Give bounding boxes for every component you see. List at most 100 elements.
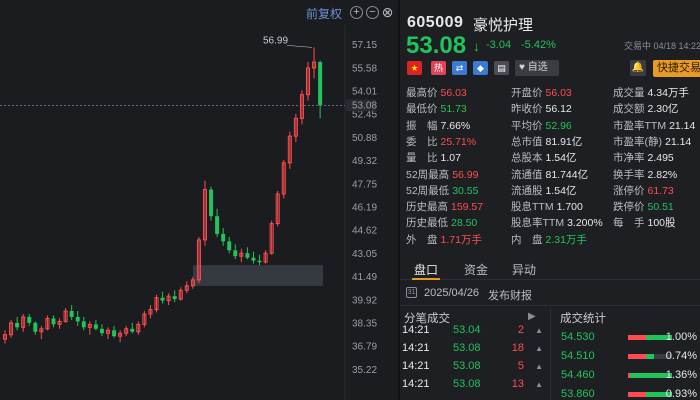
y-axis-label: 44.62 [352, 226, 377, 237]
stat-item: 流通值 81.744亿 [511, 168, 588, 182]
candle-body [75, 316, 80, 322]
candle-body [221, 233, 226, 242]
stock-code: 605009 [407, 14, 464, 31]
stat-label: 总市值 [511, 135, 543, 148]
stat-label: 涨停价 [613, 184, 645, 197]
candle-body [160, 297, 165, 301]
stat-value: 56.03 [545, 87, 572, 99]
note-icon[interactable]: ▤ [494, 61, 509, 75]
active-tab-indicator [412, 278, 440, 280]
price-change: -3.04 [486, 39, 512, 51]
stat-value: 2.82% [647, 168, 678, 181]
y-axis-label: 55.58 [352, 63, 377, 74]
buy-volume-fill [628, 392, 646, 397]
y-axis-label: 46.19 [352, 202, 377, 213]
stat-item: 总市值 81.91亿 [511, 135, 582, 149]
tab-order-book[interactable]: 盘口 [414, 261, 438, 278]
stat-item: 52周最低 30.55 [406, 184, 478, 198]
distribution-row: 54.510 0.74% [550, 347, 700, 366]
stat-item: 成交额 2.30亿 [613, 102, 678, 116]
kline-chart-pane[interactable]: 57.15 55.58 54.01 52.45 50.88 49.32 47.75 46.19… [0, 0, 398, 400]
stat-label: 历史最高 [406, 201, 448, 214]
candle-body [69, 311, 74, 317]
y-axis-label: 36.79 [352, 342, 377, 353]
stat-label: 开盘价 [511, 87, 543, 99]
kline-chart[interactable]: 57.1555.5854.0152.4550.8849.3247.7546.19… [0, 0, 398, 400]
stat-label: 振 幅 [406, 119, 438, 132]
stat-value: 56.03 [440, 87, 467, 99]
expand-arrow-icon[interactable]: ▶ [528, 311, 536, 322]
stat-label: 跌停价 [613, 201, 645, 214]
trade-volume: 5 [517, 360, 524, 372]
stat-item: 历史最高 159.57 [406, 200, 483, 214]
zoom-in-icon[interactable]: + [350, 6, 363, 19]
distribution-row: 54.530 1.00% [550, 328, 700, 347]
bell-icon[interactable]: 🔔 [630, 60, 646, 76]
stat-item: 股息率TTM 3.200% [511, 216, 603, 230]
stat-item: 外 盘 1.71万手 [406, 233, 482, 247]
stat-label: 最低价 [406, 103, 438, 116]
stat-item: 量 比 1.07 [406, 151, 461, 165]
stat-item: 流通股 1.54亿 [511, 184, 576, 198]
trade-status-time: 交易中 04/18 14:22 [624, 41, 700, 51]
stat-value: 81.91亿 [545, 135, 583, 148]
tab-movement[interactable]: 异动 [512, 261, 536, 278]
trade-row: 14:21 53.08 13 ▲ [400, 376, 550, 393]
stat-value: 1.700 [556, 201, 583, 214]
stat-label: 52周最低 [406, 184, 450, 197]
candle-body [130, 328, 135, 332]
price-change-percent: -5.42% [521, 39, 556, 51]
stat-item: 市盈率TTM 21.14 [613, 119, 695, 133]
trade-price: 53.08 [453, 378, 481, 390]
stat-label: 股息TTM [511, 201, 554, 214]
close-icon[interactable]: ⊗ [381, 5, 394, 19]
peak-pointer-line [286, 45, 313, 48]
stat-value: 1.71万手 [440, 233, 482, 246]
stat-value: 3.200% [567, 217, 603, 230]
stat-label: 平均价 [511, 119, 543, 132]
y-axis-label: 35.22 [352, 365, 377, 376]
stat-label: 历史最低 [406, 217, 448, 230]
peak-price-label: 56.99 [263, 35, 288, 46]
announcement-row[interactable]: 31 2025/04/26 发布财报 [400, 284, 700, 302]
trade-row: 14:21 53.04 2 ▲ [400, 322, 550, 339]
stat-value: 159.57 [451, 201, 484, 214]
add-watchlist-button[interactable]: ♥ 自选 [515, 60, 559, 76]
zoom-out-icon[interactable]: − [366, 6, 379, 19]
candle-body [27, 316, 32, 323]
announcement-date: 2025/04/26 [424, 287, 480, 299]
stat-value: 1.07 [440, 152, 461, 165]
tab-capital[interactable]: 资金 [464, 261, 488, 278]
candle-body [251, 257, 256, 261]
tag-icon[interactable]: ◆ [473, 61, 488, 75]
candle-body [81, 321, 86, 328]
quick-trade-button[interactable]: 快捷交易 [653, 60, 700, 77]
y-axis-label: 41.49 [352, 272, 377, 283]
stat-item: 委 比 25.71% [406, 135, 476, 149]
stat-item: 市净率 2.495 [613, 151, 674, 165]
distribution-row: 53.860 0.93% [550, 385, 700, 400]
candle-body [257, 260, 262, 263]
trade-time: 14:21 [402, 378, 430, 390]
trade-direction-icon: ▲ [535, 362, 543, 371]
stat-label: 52周最高 [406, 168, 450, 181]
stat-item: 总股本 1.54亿 [511, 151, 576, 165]
stat-label: 昨收价 [511, 103, 543, 116]
trade-row: 14:21 53.08 5 ▲ [400, 358, 550, 375]
candle-body [93, 324, 98, 329]
link-icon[interactable]: ⇄ [452, 61, 467, 75]
hot-icon[interactable]: 热 [431, 61, 446, 75]
stat-item: 市盈率(静) 21.14 [613, 135, 691, 149]
stat-label: 股息率TTM [511, 217, 565, 230]
announcement-text[interactable]: 发布财报 [488, 287, 532, 303]
distribution-price: 54.460 [561, 369, 595, 381]
cn-flag-icon: ★ [407, 61, 422, 75]
y-axis-label: 39.92 [352, 295, 377, 306]
current-price-tag-label: 53.08 [352, 100, 377, 111]
stat-item: 最高价 56.03 [406, 86, 467, 100]
volume-distribution-header: 成交统计 [560, 313, 606, 325]
stat-label: 市盈率TTM [613, 119, 667, 132]
adjust-mode-button[interactable]: 前复权 [306, 5, 342, 21]
trade-row: 14:21 53.08 18 ▲ [400, 340, 550, 357]
calendar-icon: 31 [406, 287, 417, 298]
